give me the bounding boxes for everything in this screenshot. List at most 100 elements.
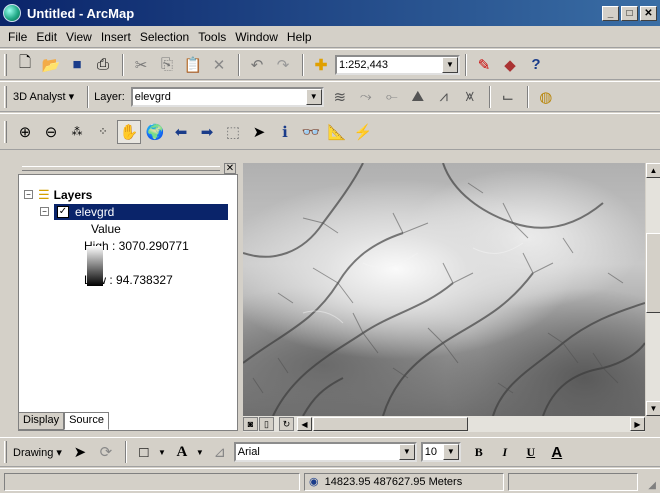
- delete-icon[interactable]: ✕: [207, 53, 231, 77]
- rotate-icon[interactable]: ⟳: [94, 440, 118, 464]
- select-elements-icon[interactable]: ➤: [68, 440, 92, 464]
- underline-button[interactable]: U: [519, 440, 543, 464]
- interpolate-point-icon[interactable]: ⛰: [406, 85, 430, 109]
- collapse-icon[interactable]: −: [40, 207, 49, 216]
- contour-icon[interactable]: ≋: [328, 85, 352, 109]
- toolbar-grip[interactable]: [4, 53, 7, 76]
- menu-view[interactable]: View: [66, 30, 92, 44]
- measure-icon[interactable]: 📐: [325, 120, 349, 144]
- new-text-icon[interactable]: A: [170, 440, 194, 464]
- menu-file[interactable]: File: [8, 30, 27, 44]
- menu-help[interactable]: Help: [287, 30, 312, 44]
- scroll-right-button[interactable]: ▶: [630, 417, 645, 431]
- undo-icon[interactable]: ↶: [245, 53, 269, 77]
- whats-this-icon[interactable]: ?: [524, 53, 548, 77]
- find-icon[interactable]: 👓: [299, 120, 323, 144]
- font-size-combo[interactable]: 10 ▼: [420, 442, 461, 462]
- layer-entry[interactable]: ✓ elevgrd: [54, 203, 228, 220]
- vertical-scrollbar[interactable]: ▲ ▼: [645, 163, 660, 416]
- close-button[interactable]: ✕: [640, 5, 657, 21]
- collapse-icon[interactable]: −: [24, 190, 33, 199]
- layers-stack-icon: ☰: [38, 186, 50, 202]
- menu-bar: File Edit View Insert Selection Tools Wi…: [0, 26, 660, 48]
- rectangle-icon[interactable]: □: [132, 440, 156, 464]
- fixed-zoom-out-icon[interactable]: ⁘: [91, 120, 115, 144]
- bold-button[interactable]: B: [467, 440, 491, 464]
- add-data-icon[interactable]: ✚: [309, 53, 333, 77]
- new-icon[interactable]: 🗋: [13, 53, 37, 77]
- zoom-out-icon[interactable]: ⊖: [39, 120, 63, 144]
- coordinates-cell: ◉ 14823.95 487627.95 Meters: [304, 473, 504, 491]
- fixed-zoom-in-icon[interactable]: ⁂: [65, 120, 89, 144]
- arcscene-icon[interactable]: ◍: [534, 85, 558, 109]
- forward-icon[interactable]: ➡: [195, 120, 219, 144]
- vertical-scroll-thumb[interactable]: [646, 233, 660, 313]
- cut-icon[interactable]: ✂: [129, 53, 153, 77]
- horizontal-scroll-thumb[interactable]: [313, 417, 468, 431]
- layout-view-icon[interactable]: ▯: [259, 417, 274, 431]
- horizontal-scrollbar[interactable]: ◙ ▯ ↻ ◀ ▶: [243, 416, 645, 432]
- font-color-button[interactable]: A: [545, 440, 569, 464]
- editor-icon[interactable]: ✎: [472, 53, 496, 77]
- toc-title-bar[interactable]: ✕: [18, 163, 238, 175]
- data-view-icon[interactable]: ◙: [243, 417, 258, 431]
- globe-icon: ◉: [309, 476, 319, 488]
- redo-icon[interactable]: ↷: [271, 53, 295, 77]
- tab-display[interactable]: Display: [18, 412, 65, 430]
- profile-graph-icon[interactable]: ⌙: [496, 85, 520, 109]
- maximize-button[interactable]: □: [621, 5, 638, 21]
- edit-vertices-icon[interactable]: ⊿: [208, 440, 232, 464]
- select-elements-icon[interactable]: ➤: [247, 120, 271, 144]
- toolbar-grip[interactable]: [4, 85, 7, 108]
- map-scale-combo[interactable]: 1:252,443 ▼: [335, 54, 460, 75]
- line-of-sight-icon[interactable]: ⟜: [380, 85, 404, 109]
- italic-button[interactable]: I: [493, 440, 517, 464]
- scroll-up-button[interactable]: ▲: [646, 163, 660, 178]
- scroll-left-button[interactable]: ◀: [297, 417, 312, 431]
- menu-window[interactable]: Window: [235, 30, 278, 44]
- copy-icon[interactable]: ⎘: [155, 53, 179, 77]
- layer-combo[interactable]: elevgrd ▼: [130, 86, 324, 107]
- print-icon[interactable]: ⎙: [91, 53, 115, 77]
- rectangle-dropdown-icon[interactable]: ▼: [158, 448, 166, 457]
- menu-edit[interactable]: Edit: [36, 30, 57, 44]
- zoom-in-icon[interactable]: ⊕: [13, 120, 37, 144]
- chevron-down-icon[interactable]: ▼: [305, 88, 322, 105]
- tab-source[interactable]: Source: [64, 412, 109, 430]
- 3d-analyst-menu[interactable]: 3D Analyst ▾: [13, 90, 74, 103]
- identify-icon[interactable]: ℹ: [273, 120, 297, 144]
- interpolate-polygon-icon[interactable]: ⩙: [458, 85, 482, 109]
- save-icon[interactable]: ■: [65, 53, 89, 77]
- scroll-down-button[interactable]: ▼: [646, 401, 660, 416]
- select-features-icon[interactable]: ⬚: [221, 120, 245, 144]
- layer-combo-value: elevgrd: [134, 90, 171, 103]
- chevron-down-icon[interactable]: ▼: [442, 444, 459, 460]
- layer-visibility-checkbox[interactable]: ✓: [57, 205, 69, 218]
- back-icon[interactable]: ⬅: [169, 120, 193, 144]
- toolbar-grip[interactable]: [4, 441, 7, 463]
- interpolate-line-icon[interactable]: ⩘: [432, 85, 456, 109]
- menu-selection[interactable]: Selection: [140, 30, 189, 44]
- minimize-button[interactable]: _: [602, 5, 619, 21]
- menu-tools[interactable]: Tools: [198, 30, 226, 44]
- tree-row-elevgrd[interactable]: − ✓ elevgrd: [40, 203, 238, 220]
- map-display[interactable]: [243, 163, 645, 416]
- chevron-down-icon[interactable]: ▼: [442, 56, 458, 73]
- resize-grip-icon[interactable]: ◢: [648, 480, 656, 491]
- refresh-icon[interactable]: ↻: [279, 417, 294, 431]
- toolbar-grip[interactable]: [4, 120, 7, 143]
- arctoolbox-icon[interactable]: ◆: [498, 53, 522, 77]
- hyperlink-icon[interactable]: ⚡: [351, 120, 375, 144]
- steepest-path-icon[interactable]: ⤳: [354, 85, 378, 109]
- text-dropdown-icon[interactable]: ▼: [196, 448, 204, 457]
- full-extent-icon[interactable]: 🌍: [143, 120, 167, 144]
- paste-icon[interactable]: 📋: [181, 53, 205, 77]
- open-icon[interactable]: 📂: [39, 53, 63, 77]
- chevron-down-icon[interactable]: ▼: [398, 444, 415, 460]
- tree-row-layers[interactable]: − ☰ Layers: [24, 186, 238, 203]
- menu-insert[interactable]: Insert: [101, 30, 131, 44]
- pan-icon[interactable]: ✋: [117, 119, 141, 144]
- drawing-menu[interactable]: Drawing ▾: [13, 446, 62, 459]
- font-name-combo[interactable]: Arial ▼: [233, 442, 417, 462]
- close-icon[interactable]: ✕: [224, 163, 236, 174]
